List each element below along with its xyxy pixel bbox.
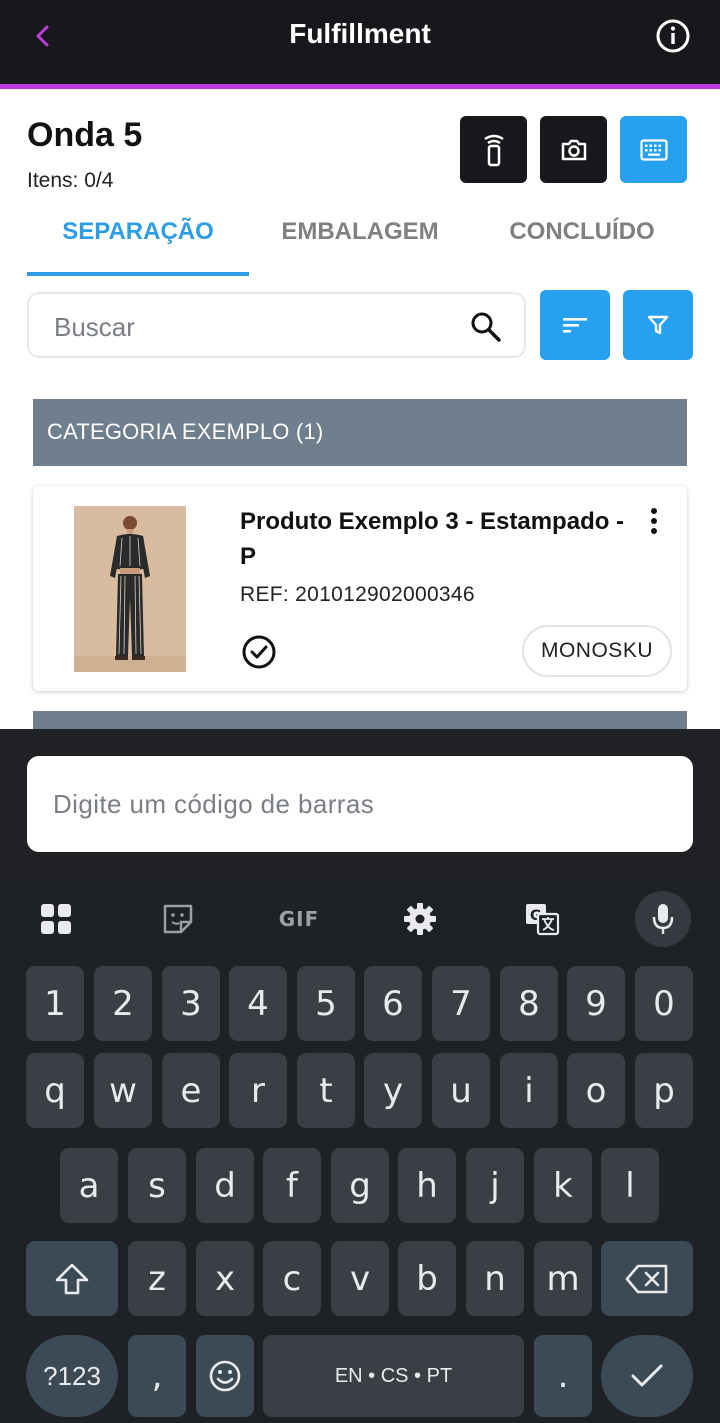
filter-button[interactable] — [623, 290, 693, 360]
shift-key[interactable] — [26, 1241, 118, 1316]
key-c[interactable]: c — [263, 1241, 321, 1316]
key-3[interactable]: 3 — [162, 966, 220, 1041]
key-g[interactable]: g — [331, 1148, 389, 1223]
camera-button[interactable] — [540, 116, 607, 183]
key-r[interactable]: r — [229, 1053, 287, 1128]
key-d[interactable]: d — [196, 1148, 254, 1223]
key-b[interactable]: b — [398, 1241, 456, 1316]
active-tab-indicator — [27, 272, 249, 276]
tab-embalagem[interactable]: EMBALAGEM — [249, 218, 471, 258]
key-f[interactable]: f — [263, 1148, 321, 1223]
key-comma[interactable]: , — [128, 1335, 186, 1417]
key-l[interactable]: l — [601, 1148, 659, 1223]
key-p[interactable]: p — [635, 1053, 693, 1128]
sort-button[interactable] — [540, 290, 610, 360]
key-e[interactable]: e — [162, 1053, 220, 1128]
barcode-input[interactable] — [53, 786, 653, 822]
product-card[interactable]: Produto Exemplo 3 - Estampado - P REF: 2… — [33, 486, 687, 691]
key-u[interactable]: u — [432, 1053, 490, 1128]
symbols-key[interactable]: ?123 — [26, 1335, 118, 1417]
key-n[interactable]: n — [466, 1241, 524, 1316]
info-button[interactable] — [653, 16, 693, 56]
soft-keyboard: GIF G 1 2 3 4 5 6 7 8 9 0 q w e r t y u … — [0, 879, 720, 1423]
key-i[interactable]: i — [500, 1053, 558, 1128]
key-period[interactable]: . — [534, 1335, 592, 1417]
key-4[interactable]: 4 — [229, 966, 287, 1041]
key-j[interactable]: j — [466, 1148, 524, 1223]
space-key[interactable]: EN • CS • PT — [263, 1335, 524, 1417]
key-5[interactable]: 5 — [297, 966, 355, 1041]
tab-concluido[interactable]: CONCLUÍDO — [471, 218, 693, 258]
settings-gear-icon[interactable] — [392, 891, 448, 947]
enter-key[interactable] — [601, 1335, 693, 1417]
key-o[interactable]: o — [567, 1053, 625, 1128]
key-2[interactable]: 2 — [94, 966, 152, 1041]
filter-icon — [647, 315, 669, 335]
items-count: Itens: 0/4 — [27, 169, 114, 192]
product-name: Produto Exemplo 3 - Estampado - P — [240, 508, 625, 570]
keyboard-input-button[interactable] — [620, 116, 687, 183]
key-z[interactable]: z — [128, 1241, 186, 1316]
key-a[interactable]: a — [60, 1148, 118, 1223]
shift-icon — [55, 1263, 89, 1294]
key-s[interactable]: s — [128, 1148, 186, 1223]
backspace-icon — [625, 1264, 668, 1293]
key-6[interactable]: 6 — [364, 966, 422, 1041]
apps-grid-icon[interactable] — [28, 891, 84, 947]
key-m[interactable]: m — [534, 1241, 592, 1316]
backspace-key[interactable] — [601, 1241, 693, 1316]
camera-icon — [561, 139, 586, 160]
search-box — [27, 292, 526, 358]
product-ref: REF: 201012902000346 — [240, 583, 475, 606]
key-h[interactable]: h — [398, 1148, 456, 1223]
barcode-panel — [0, 729, 720, 879]
key-y[interactable]: y — [364, 1053, 422, 1128]
category-label: CATEGORIA EXEMPLO (1) — [47, 419, 324, 444]
product-more-menu[interactable] — [641, 504, 667, 538]
key-q[interactable]: q — [26, 1053, 84, 1128]
emoji-key[interactable] — [196, 1335, 254, 1417]
key-k[interactable]: k — [534, 1148, 592, 1223]
scanner-button[interactable] — [460, 116, 527, 183]
keyboard-icon — [639, 138, 668, 161]
key-9[interactable]: 9 — [567, 966, 625, 1041]
translate-icon[interactable]: G — [514, 891, 570, 947]
wave-title: Onda 5 — [27, 116, 143, 154]
microphone-icon[interactable] — [635, 891, 691, 947]
key-1[interactable]: 1 — [26, 966, 84, 1041]
key-w[interactable]: w — [94, 1053, 152, 1128]
product-image — [74, 506, 186, 672]
app-bar-accent-line — [0, 84, 720, 89]
gif-button[interactable]: GIF — [271, 891, 327, 947]
key-0[interactable]: 0 — [635, 966, 693, 1041]
app-title: Fulfillment — [289, 18, 431, 49]
check-icon — [631, 1364, 663, 1387]
search-icon[interactable] — [469, 310, 503, 344]
category-header[interactable]: CATEGORIA EXEMPLO (1) — [33, 399, 687, 466]
check-circle-icon[interactable] — [241, 634, 277, 670]
info-icon — [656, 19, 690, 53]
barcode-scanner-icon — [483, 134, 504, 166]
sort-icon — [563, 318, 587, 333]
key-7[interactable]: 7 — [432, 966, 490, 1041]
key-t[interactable]: t — [297, 1053, 355, 1128]
key-x[interactable]: x — [196, 1241, 254, 1316]
tab-separacao[interactable]: SEPARAÇÃO — [27, 218, 249, 258]
sticker-icon[interactable] — [150, 891, 206, 947]
barcode-field — [27, 756, 693, 852]
category-header-partial[interactable] — [33, 711, 687, 731]
key-v[interactable]: v — [331, 1241, 389, 1316]
emoji-icon — [209, 1360, 241, 1392]
key-8[interactable]: 8 — [500, 966, 558, 1041]
more-vertical-icon — [651, 508, 657, 534]
sku-type-badge: MONOSKU — [522, 625, 672, 677]
app-bar: Fulfillment — [0, 0, 720, 84]
search-input[interactable] — [54, 310, 454, 344]
